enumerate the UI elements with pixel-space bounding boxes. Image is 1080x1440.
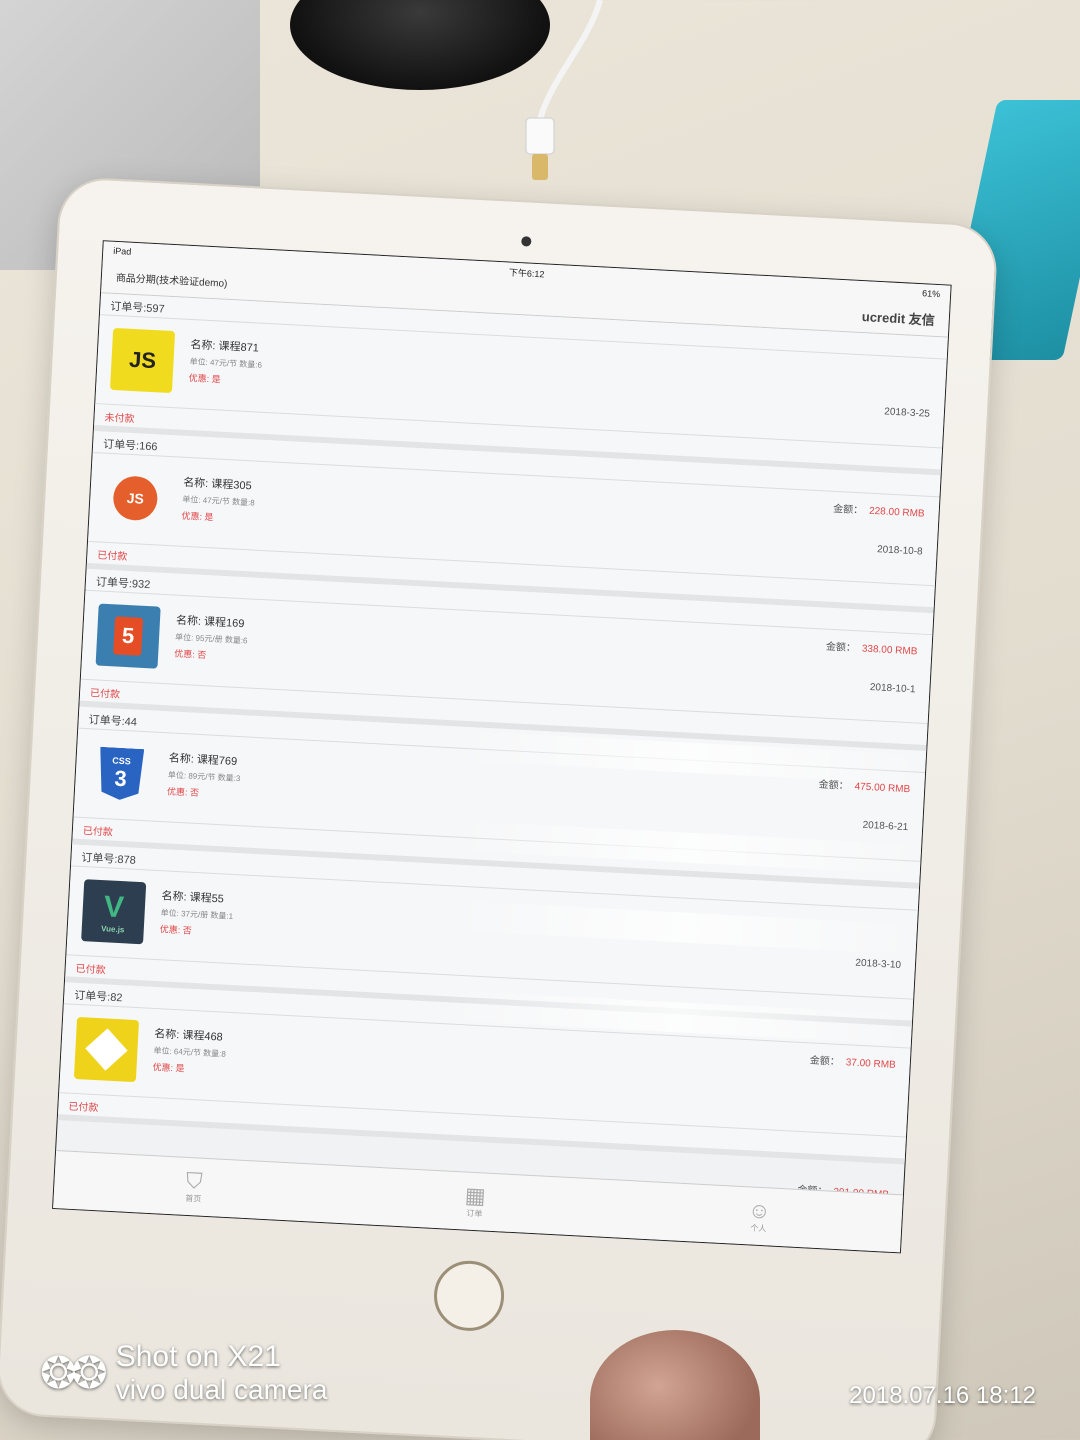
course-name: 名称: 课程769 xyxy=(168,752,238,768)
lightning-cable xyxy=(525,0,603,180)
course-name: 名称: 课程871 xyxy=(190,338,260,355)
course-detail: 单位: 47元/节 数量:8 xyxy=(182,494,255,508)
course-detail: 单位: 37元/册 数量:1 xyxy=(160,908,234,921)
carrier-label: iPad xyxy=(113,245,132,257)
discount-label: 优惠: 否 xyxy=(166,786,200,799)
course-thumbnail-js-round: JS xyxy=(103,466,168,531)
watermark-timestamp: 2018.07.16 18:12 xyxy=(849,1382,1036,1409)
camera-watermark: ❂❂ Shot on X21 vivo dual camera xyxy=(40,1340,327,1406)
tab-home[interactable]: ⛉ 首页 xyxy=(185,1167,204,1205)
brand-logo: ucredit 友信 xyxy=(861,309,936,328)
course-thumbnail-yellow xyxy=(73,1016,140,1083)
battery-label: 61% xyxy=(921,288,941,300)
page-title: 商品分期(技术验证demo) xyxy=(115,272,228,290)
tab-label: 订单 xyxy=(466,1208,483,1219)
course-name: 名称: 课程55 xyxy=(161,890,225,906)
vivo-camera-icon: ❂❂ xyxy=(40,1348,108,1398)
watermark-line1: Shot on X21 xyxy=(115,1340,281,1373)
tab-profile[interactable]: ☺ 个人 xyxy=(747,1197,772,1234)
tab-orders[interactable]: ▦ 订单 xyxy=(464,1182,487,1220)
discount-label: 优惠: 是 xyxy=(181,510,214,523)
tab-label: 首页 xyxy=(185,1193,202,1204)
shield-icon: ⛉ xyxy=(185,1167,204,1194)
tab-label: 个人 xyxy=(750,1223,767,1234)
course-detail: 单位: 89元/节 数量:3 xyxy=(167,770,241,784)
course-detail: 单位: 95元/册 数量:6 xyxy=(174,632,248,646)
discount-label: 优惠: 否 xyxy=(159,924,193,936)
calendar-icon: ▦ xyxy=(464,1182,487,1209)
ipad-device: iPad 下午6:12 61% 商品分期(技术验证demo) ucredit 友… xyxy=(0,175,999,1440)
course-thumbnail-html5: 5 xyxy=(95,603,161,669)
course-detail: 单位: 47元/节 数量:6 xyxy=(189,356,263,370)
order-amount: 金额： 228.00 RMB xyxy=(832,503,925,520)
course-thumbnail-css3: CSS 3 xyxy=(88,741,153,806)
front-camera xyxy=(521,236,532,247)
course-name: 名称: 课程305 xyxy=(182,476,252,493)
order-date: 2018-10-8 xyxy=(876,544,923,558)
home-button[interactable] xyxy=(432,1259,506,1333)
course-name: 名称: 课程169 xyxy=(175,614,245,631)
order-amount: 金额： 338.00 RMB xyxy=(825,641,918,658)
tab-bar: ⛉ 首页 ▦ 订单 ☺ 个人 xyxy=(53,1150,903,1253)
order-date: 2018-6-21 xyxy=(862,819,909,834)
course-thumbnail-js: JS xyxy=(109,327,176,394)
order-amount: 金额： 37.00 RMB xyxy=(809,1055,896,1071)
order-amount: 金额： 475.00 RMB xyxy=(818,779,911,796)
discount-label: 优惠: 是 xyxy=(188,372,221,385)
order-date: 2018-3-25 xyxy=(884,406,931,420)
course-thumbnail-vue: V Vue.js xyxy=(81,879,147,945)
order-date: 2018-10-1 xyxy=(869,681,916,696)
discount-label: 优惠: 是 xyxy=(152,1061,185,1074)
smiley-icon: ☺ xyxy=(747,1197,772,1224)
app-screen: iPad 下午6:12 61% 商品分期(技术验证demo) ucredit 友… xyxy=(52,240,952,1254)
discount-label: 优惠: 否 xyxy=(174,648,207,661)
order-date: 2018-3-10 xyxy=(855,957,902,971)
course-name: 名称: 课程468 xyxy=(154,1028,224,1044)
watermark-line2: vivo dual camera xyxy=(115,1374,328,1405)
course-detail: 单位: 64元/节 数量:8 xyxy=(153,1046,227,1059)
clock: 下午6:12 xyxy=(508,267,545,279)
order-list: 订单号:597 JS 名称: 课程871 单位: 47元/节 数量:6 优惠: … xyxy=(57,293,948,1165)
